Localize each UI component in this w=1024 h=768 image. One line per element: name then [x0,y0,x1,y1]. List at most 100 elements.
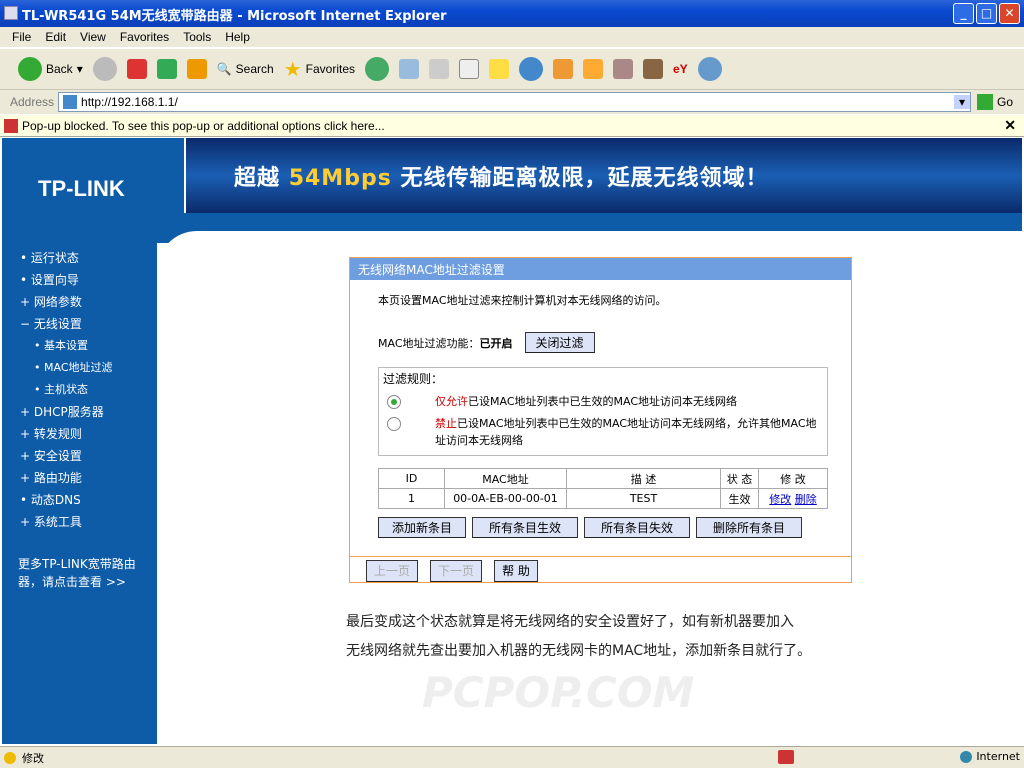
sidebar-item-label: 无线设置 [33,317,82,331]
note-icon[interactable] [489,59,509,79]
note-line-1: 最后变成这个状态就算是将无线网络的安全设置好了，如有新机器要加入 [346,614,794,630]
prev-page-button[interactable]: 上一页 [366,560,418,582]
home-icon[interactable] [186,59,207,79]
rules-label: 过滤规则： [383,372,444,386]
favorites-button[interactable]: ★ Favorites [284,57,355,82]
popup-blocked-icon [4,118,18,133]
refresh-icon[interactable] [156,59,177,79]
sidebar-item-label: 基本设置 [44,339,88,352]
sidebar-item[interactable]: + 系统工具 [2,511,157,533]
sidebar-item[interactable]: • 主机状态 [2,379,157,401]
address-input[interactable]: http://192.168.1.1/ ▾ [58,92,972,112]
allow-radio[interactable] [387,395,401,409]
sidebar-item-label: 系统工具 [33,515,82,529]
bullet-icon: + [20,515,31,529]
close-button[interactable]: ✕ [999,3,1020,24]
minimize-button[interactable]: _ [953,3,974,24]
book-icon[interactable] [553,59,573,79]
delete-all-button[interactable]: 删除所有条目 [696,517,802,538]
sidebar-item[interactable]: + 转发规则 [2,423,157,445]
popup-blocked-icon [778,750,794,764]
disable-all-button[interactable]: 所有条目失效 [584,517,690,538]
stop-icon[interactable] [126,59,147,79]
address-label: Address [10,95,55,109]
tp-link-logo: TP-LINK [2,138,184,213]
address-bar: Address http://192.168.1.1/ ▾ Go [0,90,1024,114]
disable-filter-button[interactable]: 关闭过滤 [524,332,595,353]
header-edit: 修 改 [758,468,828,489]
menu-view[interactable]: View [80,30,106,44]
menu-file[interactable]: File [12,30,31,44]
globe-icon[interactable] [519,57,543,81]
delete-link[interactable]: 删除 [795,493,817,506]
help-button[interactable]: 帮 助 [494,560,538,582]
bullet-icon: • [20,251,28,265]
sidebar-item[interactable]: • MAC地址过滤 [2,357,157,379]
back-button[interactable]: Back ▾ [18,57,83,81]
sidebar-item-label: 安全设置 [33,449,82,463]
search-button[interactable]: 🔍 Search [217,62,274,76]
zone-label: Internet [976,750,1020,763]
filter-status-label: MAC地址过滤功能： [378,336,480,350]
ebay-icon[interactable]: eY [673,62,688,76]
sidebar-item[interactable]: − 无线设置 [2,313,157,335]
globe-icon [960,750,973,763]
row-desc: TEST [566,488,721,509]
sidebar-item[interactable]: • 基本设置 [2,335,157,357]
menu-tools[interactable]: Tools [183,30,211,44]
dropdown-icon[interactable]: ▾ [954,95,971,109]
messenger-icon[interactable] [697,57,722,81]
mail-icon[interactable] [399,59,419,79]
close-icon[interactable]: ✕ [1004,117,1016,134]
print-icon[interactable] [429,59,449,79]
sidebar-item[interactable]: • 设置向导 [2,269,157,291]
bullet-icon: + [20,405,31,419]
next-page-button[interactable]: 下一页 [430,560,482,582]
panel-description: 本页设置MAC地址过滤来控制计算机对本无线网络的访问。 [378,294,667,307]
mac-table: ID MAC地址 描 述 状 态 修 改 1 00-0A-EB-00-00-01… [378,468,828,509]
sidebar-item[interactable]: • 动态DNS [2,489,157,511]
sidebar-item[interactable]: • 运行状态 [2,247,157,269]
menu-edit[interactable]: Edit [45,30,66,44]
panel-title: 无线网络MAC地址过滤设置 [350,258,851,280]
menu-favorites[interactable]: Favorites [120,30,169,44]
menu-help[interactable]: Help [225,30,250,44]
row-id: 1 [378,488,445,509]
cat-icon[interactable] [583,59,603,79]
banner-text-2: 无线传输距离极限，延展无线领域！ [400,166,769,191]
sidebar-item[interactable]: + DHCP服务器 [2,401,157,423]
bullet-icon: + [20,427,31,441]
go-label: Go [997,95,1014,109]
sidebar-item-label: 网络参数 [33,295,82,309]
row-mac: 00-0A-EB-00-00-01 [444,488,567,509]
deny-rule-text: 禁止已设MAC地址列表中已生效的MAC地址访问本无线网络，允许其他MAC地址访问… [435,417,817,447]
toolbar: Back ▾ 🔍 Search ★ Favorites eY [0,48,1024,90]
bullet-icon: • [20,493,28,507]
enable-all-button[interactable]: 所有条目生效 [472,517,578,538]
history-icon[interactable] [365,57,389,81]
menu-bar: File Edit View Favorites Tools Help [0,27,1024,47]
sidebar: • 运行状态 • 设置向导 + 网络参数 − 无线设置 • 基本设置 • MAC地址过滤 •… [2,213,157,744]
add-entry-button[interactable]: 添加新条目 [378,517,466,538]
page-icon [63,95,78,109]
edit-link[interactable]: 修改 [769,493,791,506]
forward-button[interactable] [92,57,117,81]
archive-icon[interactable] [643,59,663,79]
search-icon: 🔍 [216,62,232,76]
popup-text: Pop-up blocked. To see this pop-up or ad… [22,118,385,133]
sidebar-item-label: 动态DNS [30,493,81,507]
popup-blocked-bar[interactable]: Pop-up blocked. To see this pop-up or ad… [0,115,1024,137]
sidebar-item[interactable]: + 安全设置 [2,445,157,467]
edit-icon[interactable] [459,59,479,79]
more-products-link[interactable]: 更多TP-LINK宽带路由器，请点击查看 >> [2,555,157,591]
note-line-2: 无线网络就先查出要加入机器的无线网卡的MAC地址，添加新条目就行了。 [346,643,812,659]
tool-icon[interactable] [613,59,633,79]
article-note: 最后变成这个状态就算是将无线网络的安全设置好了，如有新机器要加入 无线网络就先查… [346,608,811,666]
shield-icon [4,751,16,764]
sidebar-item[interactable]: + 网络参数 [2,291,157,313]
sidebar-item[interactable]: + 路由功能 [2,467,157,489]
maximize-button[interactable]: □ [976,3,997,24]
deny-radio[interactable] [387,417,401,431]
filter-status-value: 已开启 [479,336,513,350]
go-button[interactable]: Go [977,94,1013,110]
